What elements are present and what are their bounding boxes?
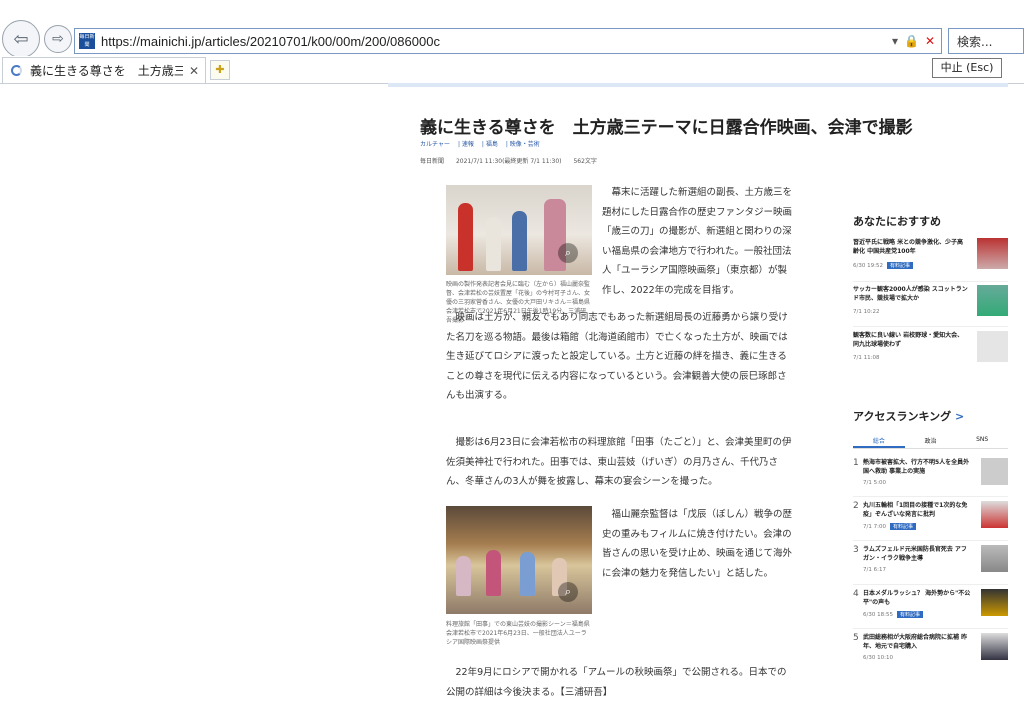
- tab-sns[interactable]: SNS: [956, 433, 1008, 448]
- category-link[interactable]: カルチャー: [420, 141, 450, 148]
- tab-close-icon[interactable]: ✕: [189, 64, 199, 78]
- search-input[interactable]: 検索...: [948, 28, 1024, 54]
- new-tab-icon[interactable]: ✚: [210, 60, 230, 80]
- recommend-title: サッカー観客2000人が感染 スコットランド市民、競技場で拡大か: [853, 286, 968, 302]
- ranking-item[interactable]: 5 武田総務相が大阪府総合病院に拡補 昨年、地元で自宅購入 6/30 10:10: [853, 633, 1008, 675]
- article-title: 義に生きる尊さを 土方歳三テーマに日露合作映画、会津で撮影: [420, 118, 913, 138]
- thumbnail: [981, 458, 1008, 485]
- ranking-item[interactable]: 3 ラムズフェルド元米国防長官死去 アフガン・イラク戦争主導 7/1 6:17: [853, 545, 1008, 587]
- article-date: 2021/7/1 11:30(最終更新 7/1 11:30): [455, 158, 562, 165]
- photo-caption: 料理旅館「田事」での東山芸妓の撮影シーン＝福島県会津若松市で2021年6月23日…: [446, 621, 590, 646]
- load-progress-bar: [388, 83, 1008, 87]
- article-source: 毎日新聞: [420, 158, 445, 165]
- arrow-right-icon: ⇨: [52, 31, 64, 47]
- web-page: 義に生きる尊さを 土方歳三テーマに日露合作映画、会津で撮影 カルチャー | 速報 |…: [0, 88, 1024, 718]
- address-bar[interactable]: 毎日新聞 https://mainichi.jp/articles/202107…: [74, 28, 942, 54]
- forward-button[interactable]: ⇨: [44, 25, 72, 53]
- article-photo[interactable]: ⌕: [446, 506, 592, 614]
- recommend-date: 6/30 19:52: [853, 263, 883, 269]
- article-paragraph: 映画は土方が、親友でもあり同志でもあった新選組局長の近藤勇から譲り受けた名刀を巡…: [446, 312, 788, 401]
- back-button[interactable]: ⇦: [2, 20, 40, 58]
- category-link[interactable]: 映像・芸術: [510, 141, 540, 148]
- recommend-title: 習近平氏に戦略 米との競争激化、少子高齢化 中国共産党100年: [853, 239, 964, 255]
- category-link[interactable]: 速報: [462, 141, 474, 148]
- dropdown-icon[interactable]: ▾: [892, 34, 898, 48]
- paid-badge: 有料記事: [886, 262, 913, 269]
- ranking-tabs: 総合 政治 SNS: [853, 433, 1008, 449]
- zoom-icon[interactable]: ⌕: [558, 582, 578, 602]
- ranking-item[interactable]: 1 熱海市被害拡大、行方不明5人を全員外国へ救助 事業上の実施 7/1 5:00: [853, 458, 1008, 500]
- thumbnail: [981, 589, 1008, 616]
- article-photo[interactable]: ⌕: [446, 185, 592, 275]
- thumbnail: [981, 633, 1008, 660]
- ranking-heading: アクセスランキング >: [853, 410, 965, 423]
- article-paragraph: 福山麗奈監督は「戊辰（ぼしん）戦争の歴史の重みもフィルムに焼き付けたい。会津の皆…: [602, 509, 793, 579]
- stop-icon[interactable]: ✕: [925, 34, 935, 48]
- thumbnail: [977, 238, 1008, 269]
- zoom-icon[interactable]: ⌕: [558, 243, 578, 263]
- recommend-item[interactable]: 習近平氏に戦略 米との競争激化、少子高齢化 中国共産党100年 6/30 19:…: [853, 238, 1008, 280]
- arrow-left-icon: ⇦: [13, 28, 29, 50]
- recommend-date: 7/1 11:08: [853, 355, 880, 361]
- article-chars: 562文字: [573, 158, 597, 165]
- loading-spinner-icon: [11, 65, 22, 76]
- tab-active[interactable]: 義に生きる尊さを 土方歳三... ✕: [2, 57, 206, 83]
- article-paragraph: 幕末に活躍した新選組の副長、土方歳三を題材にした日露合作の歴史ファンタジー映画「…: [602, 187, 793, 296]
- tab-politics[interactable]: 政治: [905, 433, 957, 448]
- recommend-item[interactable]: サッカー観客2000人が感染 スコットランド市民、競技場で拡大か 7/1 10:…: [853, 285, 1008, 327]
- ranking-item[interactable]: 4 日本メダルラッシュ？ 海外勢から"不公平"の声も 6/30 18:55 有料記…: [853, 589, 1008, 631]
- url-text[interactable]: https://mainichi.jp/articles/20210701/k0…: [101, 34, 892, 49]
- ranking-item[interactable]: 2 丸川五輪相「1回目の接種で1次的な免疫」ぞんざいな発言に批判 7/1 7:0…: [853, 501, 1008, 543]
- browser-chrome: ⇦ ⇨ 毎日新聞 https://mainichi.jp/articles/20…: [0, 0, 1024, 88]
- article-meta: 毎日新聞 2021/7/1 11:30(最終更新 7/1 11:30) 562文…: [420, 156, 607, 165]
- site-favicon-icon: 毎日新聞: [79, 33, 95, 49]
- tab-bar: 義に生きる尊さを 土方歳三... ✕ ✚: [0, 56, 1024, 84]
- tab-title: 義に生きる尊さを 土方歳三...: [30, 64, 183, 78]
- tab-overall[interactable]: 総合: [853, 433, 905, 448]
- category-link[interactable]: 福島: [486, 141, 498, 148]
- recommend-item[interactable]: 観客数に良い線い 岩校野球・愛知大会、同九比球場使わず 7/1 11:08: [853, 331, 1008, 373]
- thumbnail: [981, 545, 1008, 572]
- article-paragraph: 撮影は6月23日に会津若松市の料理旅館「田事（たごと）」と、会津美里町の伊佐須美…: [446, 437, 792, 487]
- thumbnail: [977, 331, 1008, 362]
- recommend-heading: あなたにおすすめ: [853, 215, 941, 228]
- thumbnail: [977, 285, 1008, 316]
- recommend-date: 7/1 10:22: [853, 309, 880, 315]
- chevron-right-icon[interactable]: >: [955, 410, 964, 423]
- stop-tooltip: 中止 (Esc): [932, 58, 1002, 78]
- thumbnail: [981, 501, 1008, 528]
- category-tags: カルチャー | 速報 | 福島 | 映像・芸術: [420, 141, 540, 148]
- lock-icon[interactable]: 🔒: [904, 34, 919, 48]
- article-paragraph: 22年9月にロシアで開かれる「アムールの秋映画祭」で公開される。日本での公開の詳…: [446, 667, 787, 698]
- recommend-title: 観客数に良い線い 岩校野球・愛知大会、同九比球場使わず: [853, 332, 964, 348]
